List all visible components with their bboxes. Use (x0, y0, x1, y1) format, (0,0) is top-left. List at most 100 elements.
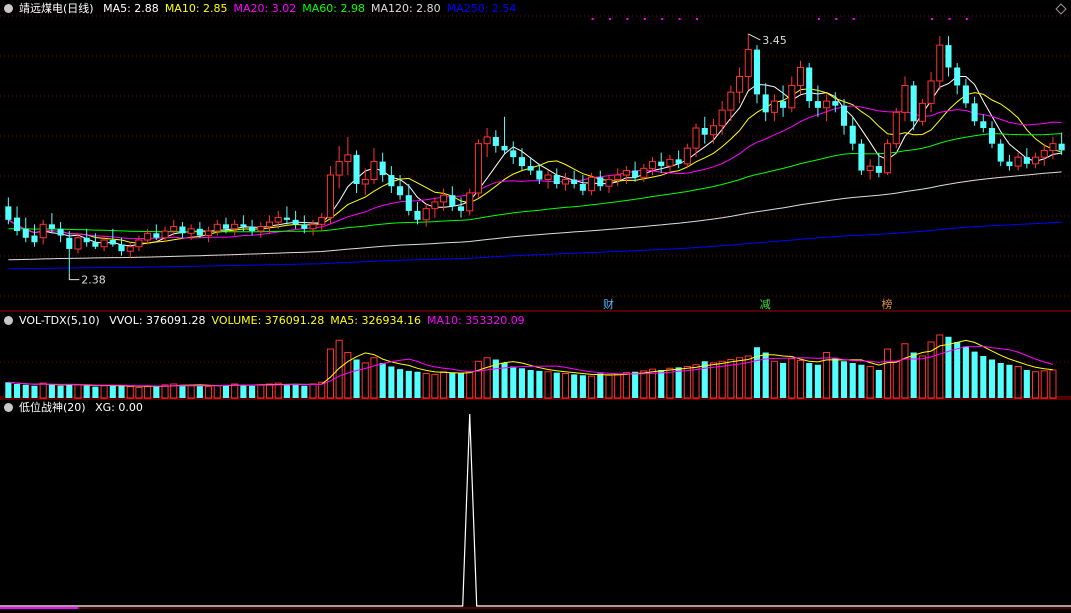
settings-circle-icon[interactable] (4, 4, 13, 13)
candle (597, 170, 604, 191)
vol-label-1: VOLUME: 376091.28 (211, 314, 325, 327)
min-price-label: 2.38 (81, 274, 106, 287)
volume-bar (954, 342, 961, 398)
volume-bar (571, 374, 578, 398)
candle-body (39, 223, 47, 239)
candle-body (866, 165, 874, 172)
candle-body (14, 217, 21, 232)
ma60-line (8, 133, 1062, 233)
volume-bar (945, 336, 952, 398)
volume-bar (326, 348, 334, 399)
volume-bar (205, 386, 213, 399)
candle-body (274, 217, 282, 223)
candle-body (5, 206, 12, 220)
candle-body (954, 67, 961, 86)
volume-bar (1023, 370, 1030, 398)
candle-body (153, 233, 160, 238)
volume-bar (597, 373, 604, 398)
volume-bar (196, 384, 203, 398)
stock-chart: 3.45 2.38 财 减 榜 (0, 15, 1071, 609)
candle (1006, 154, 1013, 171)
candle-body (875, 166, 882, 173)
event-dot (965, 18, 968, 20)
volume-bar (614, 373, 622, 399)
candle-body (640, 167, 648, 178)
candle-body (422, 208, 430, 221)
volume-bar (370, 357, 378, 399)
candle (335, 145, 343, 189)
volume-bar (449, 372, 456, 398)
vol-label-0: VVOL: 376091.28 (109, 314, 206, 327)
candle-body (83, 237, 90, 243)
volume-bar (544, 371, 552, 399)
volume-bar (658, 370, 665, 398)
candle-body (936, 44, 944, 82)
event-dot (931, 18, 934, 20)
candle-body (1014, 156, 1022, 167)
candle-body (718, 109, 726, 127)
candle-body (918, 102, 926, 122)
settings-circle-icon[interactable] (4, 403, 13, 412)
candle-body (100, 239, 108, 248)
volume-bar (1006, 364, 1013, 398)
candle (622, 166, 630, 184)
candle-body (597, 177, 604, 187)
candle-body (927, 80, 935, 104)
settings-circle-icon[interactable] (4, 316, 13, 325)
candle (431, 197, 439, 218)
candle-body (265, 221, 274, 228)
volume-bar (100, 385, 108, 399)
candle (109, 228, 116, 247)
volume-bar (257, 384, 265, 399)
candle-body (292, 219, 299, 225)
volume-bar (249, 385, 256, 398)
candle-body (1023, 157, 1030, 164)
candle (474, 139, 482, 198)
candle-body (561, 179, 570, 185)
volume-bar (823, 352, 831, 399)
candle (709, 119, 717, 144)
candle (561, 172, 570, 191)
candle (945, 36, 952, 77)
event-dot (643, 18, 646, 20)
candle-body (213, 223, 221, 232)
volume-bar (31, 385, 38, 398)
candle-body (414, 210, 421, 220)
candle (57, 222, 64, 243)
volume-bar (5, 382, 12, 398)
volume-bar (988, 359, 996, 398)
candle-body (736, 75, 744, 93)
volume-bar (701, 361, 708, 398)
candle-body (910, 85, 917, 122)
volume-bar (422, 373, 430, 399)
candle (683, 143, 691, 169)
candle-body (48, 224, 55, 229)
candle-body (66, 237, 73, 249)
candle (326, 166, 334, 225)
candle-body (849, 125, 856, 144)
candle-body (884, 143, 892, 174)
candle-body (449, 195, 456, 207)
candle (161, 226, 169, 243)
volume-bar (414, 371, 421, 398)
candle (918, 98, 926, 126)
volume-bar (118, 385, 125, 398)
volume-bar (335, 339, 343, 399)
candle-body (379, 161, 386, 176)
candle-body (170, 226, 178, 232)
candle-body (840, 105, 848, 126)
candle (179, 222, 186, 238)
candle-body (571, 179, 578, 184)
event-dot (591, 18, 594, 20)
volume-bar (866, 366, 874, 399)
candle-body (648, 161, 657, 169)
candle (892, 107, 900, 149)
volume-title: VOL-TDX(5,10) (19, 314, 100, 327)
candle (788, 76, 796, 113)
candle-body (440, 194, 448, 203)
candle (605, 175, 613, 193)
candle (344, 136, 352, 176)
candle-body (466, 192, 474, 212)
event-dot (626, 18, 629, 20)
volume-bar (265, 383, 274, 399)
